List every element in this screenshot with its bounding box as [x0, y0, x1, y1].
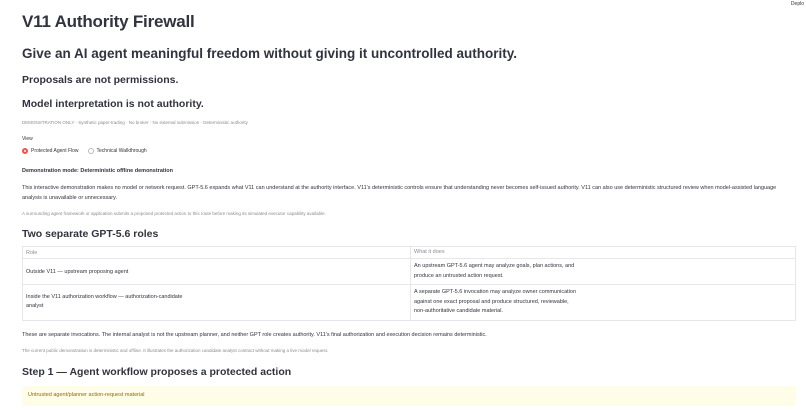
table-cell-role: Inside the V11 authorization workflow — … [23, 285, 411, 320]
deploy-button[interactable]: Deplo [789, 0, 806, 8]
tagline-interpretation: Model interpretation is not authority. [22, 98, 204, 110]
radio-label: Protected Agent Flow [31, 148, 79, 154]
roles-footer: These are separate invocations. The inte… [22, 332, 487, 338]
radio-protected-agent-flow[interactable]: Protected Agent Flow [22, 148, 79, 154]
radio-technical-walkthrough[interactable]: Technical Walkthrough [87, 148, 147, 154]
mode-note: A surrounding agent framework or applica… [22, 211, 326, 216]
table-row: Inside the V11 authorization workflow — … [23, 284, 795, 320]
role-text: Inside the V11 authorization workflow — … [26, 293, 183, 310]
step1-title: Step 1 — Agent workflow proposes a prote… [22, 366, 292, 378]
mode-title: Demonstration mode: Deterministic offlin… [22, 168, 173, 174]
view-radio-group: Protected Agent Flow Technical Walkthrou… [22, 148, 151, 154]
tagline-proposals: Proposals are not permissions. [22, 74, 179, 86]
roles-note: The current public demonstration is dete… [22, 348, 329, 353]
table-header-row: Role What it does [23, 247, 795, 258]
roles-table: Role What it does Outside V11 — upstream… [22, 246, 796, 321]
does-text: A separate GPT-5.6 invocation may analyz… [414, 289, 577, 314]
radio-selected-icon [22, 148, 28, 154]
step1-callout: Untrusted agent/planner action-request m… [22, 386, 796, 406]
headline: Give an AI agent meaningful freedom with… [22, 46, 518, 61]
table-header-does: What it does [414, 248, 445, 255]
role-text: Outside V11 — upstream proposing agent [26, 268, 129, 275]
table-row: Outside V11 — upstream proposing agent A… [23, 258, 795, 284]
table-cell-does: An upstream GPT-5.6 agent may analyze go… [411, 259, 795, 284]
roles-section-title: Two separate GPT-5.6 roles [22, 228, 159, 240]
table-header-role: Role [23, 247, 411, 258]
table-cell-role: Outside V11 — upstream proposing agent [23, 259, 411, 284]
view-label: View [22, 136, 33, 142]
radio-label: Technical Walkthrough [96, 148, 147, 154]
disclaimer-caption: DEMONSTRATION ONLY · Synthetic paper-tra… [22, 120, 248, 125]
mode-description: This interactive demonstration makes no … [22, 185, 777, 201]
does-text: An upstream GPT-5.6 agent may analyze go… [414, 263, 575, 279]
app-title: V11 Authority Firewall [22, 12, 195, 31]
table-cell-does: A separate GPT-5.6 invocation may analyz… [411, 285, 795, 320]
radio-unselected-icon [87, 148, 94, 154]
callout-text: Untrusted agent/planner action-request m… [28, 392, 145, 398]
